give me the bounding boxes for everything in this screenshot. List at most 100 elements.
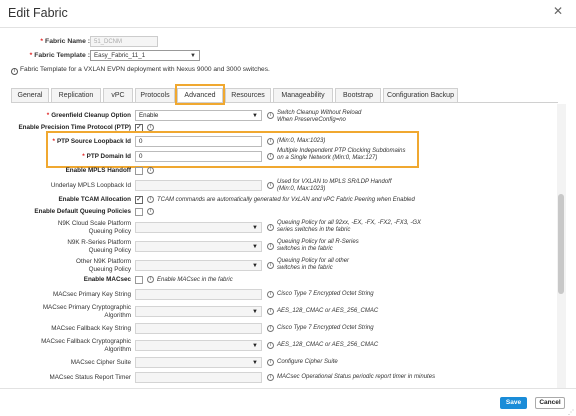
tab-manageability[interactable]: Manageability [273,88,333,102]
info-icon: i [267,308,274,315]
info-icon: i [267,138,274,145]
chevron-down-icon: ▼ [252,113,258,119]
info-icon: i [267,359,274,366]
greenfield-help: Switch Cleanup Without Reload When Preser… [277,110,361,124]
ptp-loopback-input[interactable]: 0 [135,136,262,147]
other-n9k-help-line-1: Queuing Policy for all other [277,258,350,264]
greenfield-help-line-2: When PreserveConfig=no [277,117,346,123]
ptp-domain-label: * PTP Domain Id [11,153,131,161]
fabric-name-label: * Fabric Name : [0,38,90,45]
ptp-loopback-label-text: PTP Source Loopback Id [56,138,131,145]
n9k-cloud-select[interactable]: ▼ [135,222,262,233]
other-n9k-label-line-1: Other N9K Platform [76,258,131,265]
info-icon: i [147,167,154,174]
macsec-help: Enable MACsec in the fabric [157,277,233,283]
n9k-cloud-help-line-1: Queuing Policy for all 92xx, -EX, -FX, -… [277,220,422,226]
ptp-domain-help-line-2: on a Single Network (Min:0, Max:127) [277,155,378,161]
macsec-primary-algo-label: MACsec Primary Cryptographic Algorithm [11,304,131,320]
ptp-domain-help-line-1: Multiple Independent PTP Clocking Subdom… [277,148,406,154]
tab-resources[interactable]: Resources [225,88,271,102]
underlay-mpls-label: Underlay MPLS Loopback Id [50,182,131,189]
tcam-checkbox[interactable]: ✓ [135,196,143,204]
tab-vpc[interactable]: vPC [103,88,133,102]
tab-divider [11,102,558,103]
tab-protocols[interactable]: Protocols [135,88,175,102]
fabric-name-label-text: Fabric Name : [45,38,90,45]
content-scrollbar[interactable] [557,104,566,388]
tcam-help: TCAM commands are automatically generate… [157,197,415,203]
required-marker: * [40,38,44,45]
fabric-template-label-text: Fabric Template : [34,52,90,59]
n9k-rseries-select[interactable]: ▼ [135,241,262,252]
macsec-fallback-key-input[interactable] [135,323,262,334]
n9k-cloud-label-line-2: Queuing Policy [88,228,131,235]
info-icon: i [147,196,154,203]
info-icon: i [147,276,154,283]
chevron-down-icon: ▼ [252,225,258,231]
resize-handle-icon[interactable]: ⋰ [568,409,574,416]
info-icon: i [267,342,274,349]
macsec-cipher-label: MACsec Cipher Suite [70,359,131,366]
macsec-cipher-help: Configure Cipher Suite [277,359,338,365]
n9k-cloud-label: N9K Cloud Scale Platform Queuing Policy [11,220,131,236]
other-n9k-label: Other N9K Platform Queuing Policy [11,258,131,274]
chevron-down-icon: ▼ [252,244,258,250]
required-marker: * [46,112,50,119]
required-marker: * [82,153,85,160]
mpls-handoff-checkbox[interactable] [135,167,143,175]
macsec-fallback-key-help: Cisco Type 7 Encrypted Octet String [277,325,374,331]
tab-bootstrap[interactable]: Bootstrap [335,88,381,102]
macsec-fallback-algo-select[interactable]: ▼ [135,340,262,351]
required-marker: * [29,52,33,59]
chevron-down-icon: ▼ [252,309,258,315]
other-n9k-select[interactable]: ▼ [135,260,262,271]
template-info-text: Fabric Template for a VXLAN EVPN deploym… [20,66,270,73]
n9k-rseries-help-line-1: Queuing Policy for all R-Series [277,239,359,245]
greenfield-select[interactable]: Enable ▼ [135,110,262,121]
macsec-primary-algo-help: AES_128_CMAC or AES_256_CMAC [277,308,379,314]
tab-replication[interactable]: Replication [51,88,101,102]
underlay-mpls-help: Used for VXLAN to MPLS SR/LDP Handoff (Mi… [277,179,392,193]
macsec-label: Enable MACsec [83,276,131,283]
cancel-button[interactable]: Cancel [535,397,565,409]
fabric-template-select[interactable]: Easy_Fabric_11_1 ▼ [90,50,200,61]
info-icon: i [267,325,274,332]
info-icon: i [267,224,274,231]
dialog-title: Edit Fabric [8,6,68,20]
chevron-down-icon: ▼ [252,360,258,366]
macsec-primary-algo-select[interactable]: ▼ [135,306,262,317]
scrollbar-thumb[interactable] [558,194,564,294]
info-icon: i [147,124,154,131]
macsec-primary-algo-label-line-2: Algorithm [104,312,131,319]
close-icon[interactable]: ✕ [553,4,563,18]
ptp-domain-help: Multiple Independent PTP Clocking Subdom… [277,148,406,162]
info-icon: i [11,68,18,75]
chevron-down-icon: ▼ [252,343,258,349]
tab-general[interactable]: General [11,88,49,102]
macsec-timer-label: MACsec Status Report Timer [49,374,131,381]
macsec-primary-key-help: Cisco Type 7 Encrypted Octet String [277,291,374,297]
fabric-template-value: Easy_Fabric_11_1 [94,52,146,59]
n9k-rseries-help-line-2: switches in the fabric [277,246,333,252]
greenfield-value: Enable [139,112,159,119]
tab-configuration-backup[interactable]: Configuration Backup [383,88,458,102]
macsec-primary-key-input[interactable] [135,289,262,300]
macsec-primary-algo-label-line-1: MACsec Primary Cryptographic [42,304,131,311]
header-divider [0,27,576,28]
required-marker: * [52,138,55,145]
fabric-name-input[interactable]: 51_DCNM [90,36,158,47]
info-icon: i [267,112,274,119]
macsec-primary-key-label: MACsec Primary Key String [52,291,131,298]
macsec-timer-input[interactable] [135,372,262,383]
save-button[interactable]: Save [500,397,527,409]
ptp-domain-input[interactable]: 0 [135,151,262,162]
default-queuing-checkbox[interactable] [135,208,143,216]
ptp-domain-label-text: PTP Domain Id [86,153,131,160]
underlay-mpls-input[interactable] [135,180,262,191]
underlay-mpls-help-line-1: Used for VXLAN to MPLS SR/LDP Handoff [277,179,392,185]
macsec-cipher-select[interactable]: ▼ [135,357,262,368]
advanced-settings-panel[interactable]: * Greenfield Cleanup Option Enable ▼ i Swi… [11,104,564,388]
greenfield-label: * Greenfield Cleanup Option [11,112,131,120]
macsec-timer-help: MACsec Operational Status periodic repor… [277,374,436,380]
macsec-checkbox[interactable] [135,276,143,284]
